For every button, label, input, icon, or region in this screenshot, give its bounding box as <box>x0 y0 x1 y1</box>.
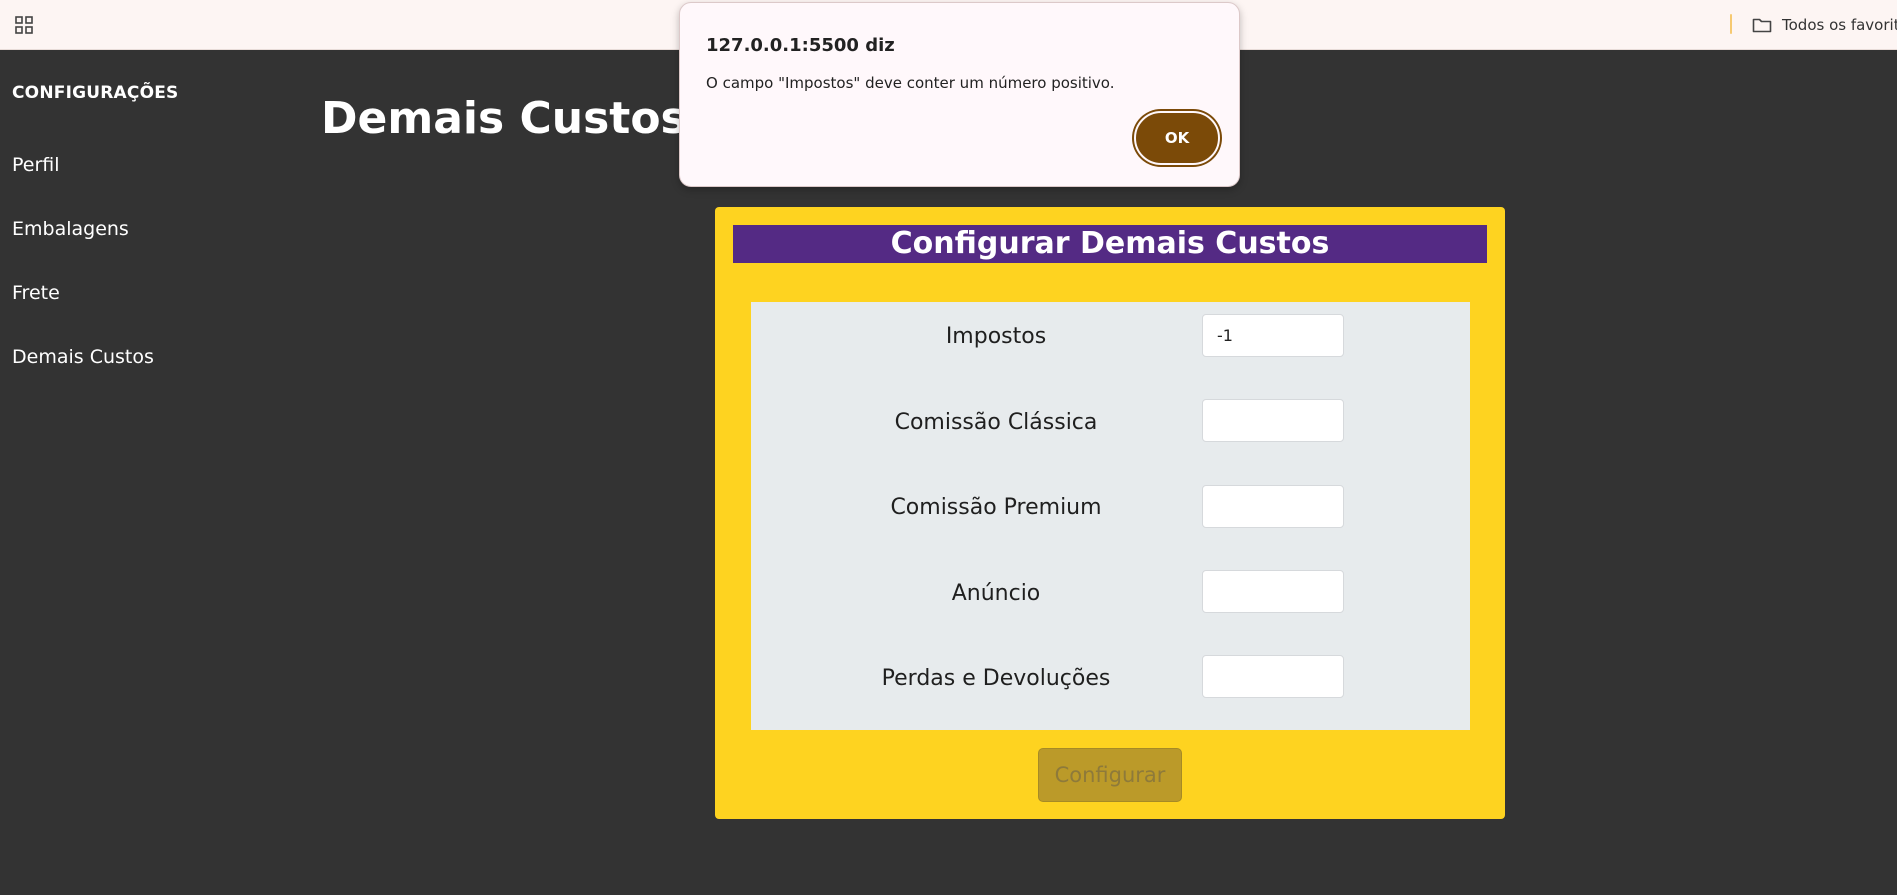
all-bookmarks-label: Todos os favoritos <box>1782 16 1897 34</box>
configurar-button[interactable]: Configurar <box>1038 748 1182 802</box>
impostos-label: Impostos <box>945 324 1047 349</box>
sidebar: CONFIGURAÇÕES Perfil Embalagens Frete De… <box>0 50 220 895</box>
form-card: Configurar Demais Custos Impostos -1 Com… <box>715 207 1505 819</box>
form-header: Configurar Demais Custos <box>733 225 1487 263</box>
dialog-message: O campo "Impostos" deve conter um número… <box>706 74 1115 92</box>
anuncio-input[interactable] <box>1202 570 1344 613</box>
perdas-devolucoes-label: Perdas e Devoluções <box>881 666 1111 691</box>
apps-grid-icon[interactable] <box>14 15 34 35</box>
comissao-premium-label: Comissão Premium <box>890 495 1102 520</box>
sidebar-title: CONFIGURAÇÕES <box>12 83 179 103</box>
perdas-devolucoes-input[interactable] <box>1202 655 1344 698</box>
dialog-title: 127.0.0.1:5500 diz <box>706 35 895 56</box>
folder-icon <box>1752 18 1772 33</box>
sidebar-item-frete[interactable]: Frete <box>12 282 60 304</box>
sidebar-item-embalagens[interactable]: Embalagens <box>12 218 129 240</box>
ok-button[interactable]: OK <box>1134 111 1220 165</box>
comissao-classica-label: Comissão Clássica <box>894 410 1098 435</box>
sidebar-item-perfil[interactable]: Perfil <box>12 154 60 176</box>
comissao-classica-input[interactable] <box>1202 399 1344 442</box>
bookmarks-divider <box>1730 14 1732 34</box>
form-panel: Impostos -1 Comissão Clássica Comissão P… <box>751 302 1470 730</box>
comissao-premium-input[interactable] <box>1202 485 1344 528</box>
all-bookmarks-button[interactable]: Todos os favoritos <box>1752 14 1897 36</box>
impostos-input[interactable]: -1 <box>1202 314 1344 357</box>
anuncio-label: Anúncio <box>951 581 1041 606</box>
sidebar-item-demais-custos[interactable]: Demais Custos <box>12 346 154 368</box>
page-title: Demais Custos <box>321 93 687 144</box>
alert-dialog: 127.0.0.1:5500 diz O campo "Impostos" de… <box>679 2 1240 187</box>
